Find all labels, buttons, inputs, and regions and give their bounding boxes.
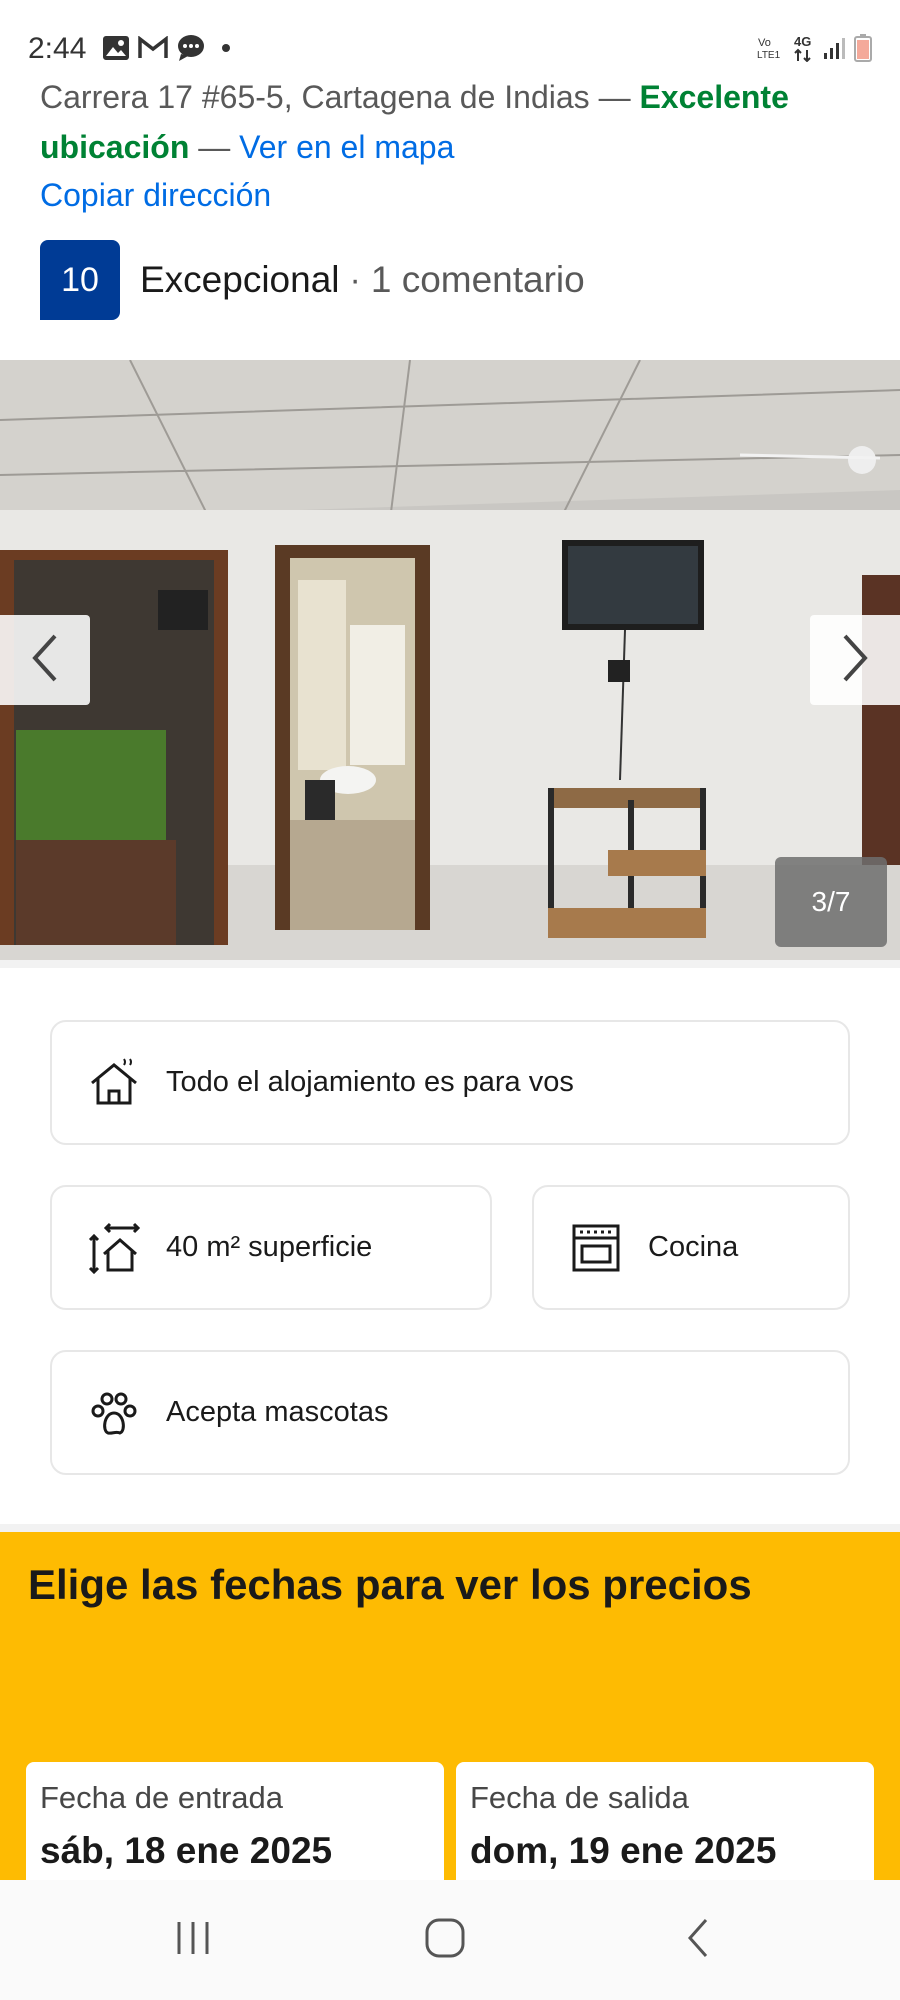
divider xyxy=(0,1524,900,1532)
review-score-label: Excepcional xyxy=(140,259,340,300)
notification-icons xyxy=(102,34,238,67)
svg-text:Vo: Vo xyxy=(758,37,771,49)
checkout-date-field[interactable]: Fecha de salida dom, 19 ene 2025 xyxy=(456,1762,874,1892)
back-icon xyxy=(682,1916,712,1965)
address-text: Carrera 17 #65-5, Cartagena de Indias xyxy=(40,79,590,115)
feature-card-entire-place: Todo el alojamiento es para vos xyxy=(50,1020,850,1145)
review-count[interactable]: 1 comentario xyxy=(371,259,585,301)
photo-counter: 3/7 xyxy=(775,857,887,947)
dash-separator: — xyxy=(598,79,631,115)
room-photo xyxy=(0,360,900,960)
back-button[interactable] xyxy=(637,1900,757,1980)
4g-icon: 4G xyxy=(792,34,814,67)
rating-row[interactable]: 10 Excepcional · 1 comentario xyxy=(40,240,585,320)
area-icon xyxy=(86,1220,142,1276)
gmail-icon xyxy=(138,35,168,65)
feature-label: 40 m² superficie xyxy=(166,1231,373,1263)
dot-icon xyxy=(214,36,238,65)
recent-apps-button[interactable] xyxy=(133,1900,253,1980)
system-navigation-bar xyxy=(0,1880,900,2000)
paw-icon xyxy=(86,1385,142,1441)
signal-icon xyxy=(822,36,846,65)
photo-gallery[interactable] xyxy=(0,360,900,960)
home-button[interactable] xyxy=(385,1900,505,1980)
divider xyxy=(0,960,900,968)
rating-separator: · xyxy=(349,260,361,299)
dash-separator-2: — xyxy=(198,129,231,165)
previous-photo-button[interactable] xyxy=(0,615,90,705)
status-bar: 2:44 Vo LTE1 4G xyxy=(0,0,900,70)
next-photo-button[interactable] xyxy=(810,615,900,705)
feature-label: Cocina xyxy=(648,1231,739,1263)
chat-icon xyxy=(176,34,206,67)
checkout-label: Fecha de salida xyxy=(470,1780,689,1815)
feature-label: Acepta mascotas xyxy=(166,1396,389,1428)
feature-card-size: 40 m² superficie xyxy=(50,1185,492,1310)
battery-icon xyxy=(854,34,872,67)
image-icon xyxy=(102,35,130,66)
review-score-badge: 10 xyxy=(40,240,120,320)
checkin-label: Fecha de entrada xyxy=(40,1780,284,1815)
home-icon xyxy=(423,1916,467,1965)
dates-title: Elige las fechas para ver los precios xyxy=(28,1561,752,1608)
feature-card-kitchen: Cocina xyxy=(532,1185,850,1310)
checkin-date-field[interactable]: Fecha de entrada sáb, 18 ene 2025 xyxy=(26,1762,444,1892)
date-search-panel: Elige las fechas para ver los precios Fe… xyxy=(0,1532,900,1892)
recent-apps-icon xyxy=(171,1918,215,1963)
system-icons: Vo LTE1 4G xyxy=(756,34,872,67)
house-icon xyxy=(86,1055,142,1111)
copy-address-link[interactable]: Copiar dirección xyxy=(40,170,271,220)
chevron-left-icon xyxy=(27,632,63,689)
status-time: 2:44 xyxy=(28,32,87,65)
feature-label: Todo el alojamiento es para vos xyxy=(166,1066,574,1098)
chevron-right-icon xyxy=(837,632,873,689)
oven-icon xyxy=(568,1220,624,1276)
checkin-value: sáb, 18 ene 2025 xyxy=(40,1830,333,1871)
map-link[interactable]: Ver en el mapa xyxy=(239,129,454,165)
address-block: Carrera 17 #65-5, Cartagena de Indias — … xyxy=(40,72,870,172)
svg-text:LTE1: LTE1 xyxy=(757,50,781,61)
svg-text:4G: 4G xyxy=(794,34,811,49)
feature-card-pets: Acepta mascotas xyxy=(50,1350,850,1475)
volte-icon: Vo LTE1 xyxy=(756,35,784,66)
checkout-value: dom, 19 ene 2025 xyxy=(470,1830,777,1871)
